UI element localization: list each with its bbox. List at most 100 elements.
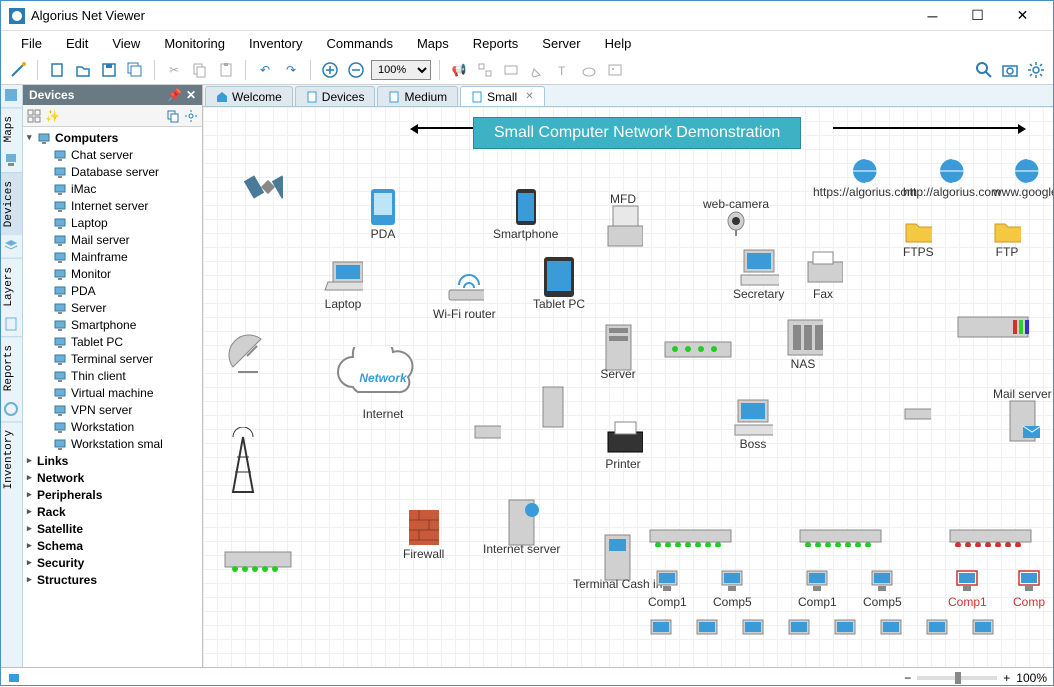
tab-small[interactable]: Small✕ [460, 86, 544, 106]
maximize-button[interactable]: ☐ [955, 2, 1000, 30]
new-icon[interactable] [46, 59, 68, 81]
menu-inventory[interactable]: Inventory [239, 34, 312, 53]
switch-central[interactable] [663, 337, 733, 362]
monitor-icon[interactable] [832, 617, 858, 639]
group-icon[interactable] [474, 59, 496, 81]
device-comp5[interactable]: Comp5 [713, 567, 752, 609]
zoomout-icon[interactable] [345, 59, 367, 81]
zoom-select[interactable]: 100% [371, 60, 431, 80]
menu-monitoring[interactable]: Monitoring [154, 34, 235, 53]
camera-icon[interactable] [999, 59, 1021, 81]
switch-left[interactable] [223, 547, 293, 572]
tree-item[interactable]: Smartphone [25, 316, 200, 333]
zoom-minus-icon[interactable]: − [904, 671, 911, 685]
device-wifi2[interactable] [903, 397, 931, 425]
tree-item[interactable]: Internet server [25, 197, 200, 214]
tree-item[interactable]: Laptop [25, 214, 200, 231]
panel-close-icon[interactable]: ✕ [186, 88, 196, 102]
tab-close-icon[interactable]: ✕ [525, 91, 533, 102]
device-mfd[interactable]: MFD [603, 192, 643, 246]
device-server2[interactable] [533, 387, 573, 427]
tree-category[interactable]: ▸Rack [25, 503, 200, 520]
search-icon[interactable] [973, 59, 995, 81]
tree-item[interactable]: VPN server [25, 401, 200, 418]
tree-item[interactable]: Workstation [25, 418, 200, 435]
paste-icon[interactable] [215, 59, 237, 81]
tree-item[interactable]: Mail server [25, 231, 200, 248]
tree-item[interactable]: Database server [25, 163, 200, 180]
device-comp5b[interactable]: Comp5 [863, 567, 902, 609]
device-tree[interactable]: ▾ComputersChat serverDatabase serveriMac… [23, 127, 202, 667]
device-nas[interactable]: NAS [783, 317, 823, 371]
pin-icon[interactable]: 📌 [167, 88, 182, 102]
sidetab-inventory[interactable]: Inventory [1, 421, 22, 497]
switch-b1[interactable] [648, 527, 733, 547]
wizard-icon[interactable] [7, 59, 29, 81]
minimize-button[interactable]: ─ [910, 2, 955, 30]
tree-item[interactable]: Terminal server [25, 350, 200, 367]
text-icon[interactable]: T [552, 59, 574, 81]
menu-server[interactable]: Server [532, 34, 590, 53]
copy-icon[interactable] [189, 59, 211, 81]
settings-icon[interactable] [1025, 59, 1047, 81]
menu-help[interactable]: Help [595, 34, 642, 53]
device-webcam[interactable]: web-camera [703, 197, 769, 239]
tree-category[interactable]: ▸Peripherals [25, 486, 200, 503]
save-icon[interactable] [98, 59, 120, 81]
device-boss[interactable]: Boss [733, 397, 773, 451]
tree-category[interactable]: ▸Links [25, 452, 200, 469]
device-secretary[interactable]: Secretary [733, 247, 784, 301]
device-wifi-router[interactable]: Wi-Fi router [433, 267, 496, 321]
device-firewall[interactable]: Firewall [403, 507, 444, 561]
satellite-dish-icon[interactable] [223, 337, 263, 377]
device-small-router[interactable] [473, 417, 501, 445]
zoomin-icon[interactable] [319, 59, 341, 81]
tree-item[interactable]: PDA [25, 282, 200, 299]
device-server[interactable]: Server [598, 327, 638, 381]
sidetab-devices[interactable]: Devices [1, 172, 22, 235]
tab-devices[interactable]: Devices [295, 86, 376, 106]
menu-file[interactable]: File [11, 34, 52, 53]
tree-item[interactable]: Tablet PC [25, 333, 200, 350]
undo-icon[interactable]: ↶ [254, 59, 276, 81]
device-plotter[interactable] [953, 307, 1033, 347]
device-ftps[interactable]: FTPS [903, 217, 934, 259]
monitor-icon[interactable] [648, 617, 674, 639]
redo-icon[interactable]: ↷ [280, 59, 302, 81]
device-comp-red[interactable]: Comp [1013, 567, 1045, 609]
sidetab-reports[interactable]: Reports [1, 336, 22, 399]
tree-category[interactable]: ▸Network [25, 469, 200, 486]
wand-icon[interactable]: ✨ [45, 109, 60, 123]
tab-medium[interactable]: Medium [377, 86, 458, 106]
device-ftp[interactable]: FTP [993, 217, 1021, 259]
monitor-icon[interactable] [694, 617, 720, 639]
monitor-icon[interactable] [740, 617, 766, 639]
link-algorius-https[interactable]: https://algorius.com [813, 157, 917, 199]
copy2-icon[interactable] [166, 109, 180, 123]
menu-edit[interactable]: Edit [56, 34, 98, 53]
menu-commands[interactable]: Commands [317, 34, 403, 53]
device-mailserver[interactable]: Mail server [993, 387, 1052, 441]
zoom-plus-icon[interactable]: + [1003, 671, 1010, 685]
scan-icon[interactable] [500, 59, 522, 81]
device-smartphone[interactable]: Smartphone [493, 187, 558, 241]
open-icon[interactable] [72, 59, 94, 81]
device-internet-server[interactable]: Internet server [483, 502, 560, 556]
device-pda[interactable]: PDA [363, 187, 403, 241]
tree-item[interactable]: Mainframe [25, 248, 200, 265]
menu-view[interactable]: View [102, 34, 150, 53]
link-google[interactable]: www.google. [993, 157, 1053, 199]
device-fax[interactable]: Fax [803, 247, 843, 301]
device-comp1-red[interactable]: Comp1 [948, 567, 987, 609]
device-printer[interactable]: Printer [603, 417, 643, 471]
monitor-icon[interactable] [786, 617, 812, 639]
tree-item[interactable]: Server [25, 299, 200, 316]
monitor-icon[interactable] [970, 617, 996, 639]
zoom-slider[interactable] [917, 676, 997, 680]
network-cloud[interactable]: NetworkInternet [333, 347, 433, 421]
map-canvas[interactable]: Small Computer Network Demonstration htt… [203, 107, 1053, 667]
switch-b3[interactable] [948, 527, 1033, 547]
tree-category[interactable]: ▸Security [25, 554, 200, 571]
cut-icon[interactable]: ✂ [163, 59, 185, 81]
menu-reports[interactable]: Reports [463, 34, 529, 53]
